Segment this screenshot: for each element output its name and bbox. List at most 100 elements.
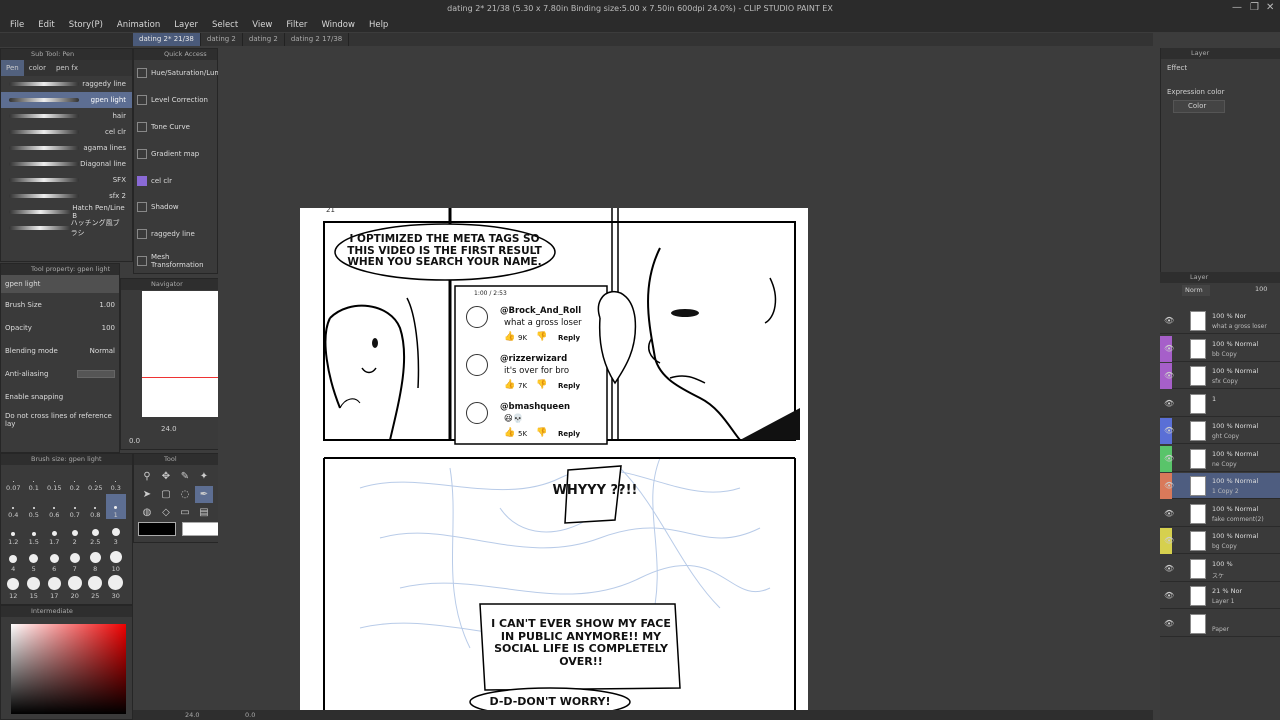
shape-icon[interactable]: ◇ — [157, 504, 175, 521]
navigator-thumbnail[interactable] — [142, 291, 228, 417]
menu-filter[interactable]: Filter — [286, 20, 307, 30]
quick-access-item[interactable]: raggedy line — [134, 221, 217, 248]
quick-access-item[interactable]: Gradient map — [134, 140, 217, 167]
eye-icon[interactable]: 👁 — [1164, 399, 1174, 408]
brush-size-preset[interactable]: 0.7 — [65, 494, 86, 519]
brush-item[interactable]: cel clr — [1, 124, 132, 140]
layer-row[interactable]: 👁 100 % スケ — [1160, 556, 1280, 582]
menu-animation[interactable]: Animation — [117, 20, 160, 30]
layer-row[interactable]: 👁 100 % Normal ght Copy — [1160, 418, 1280, 444]
brush-size-preset[interactable]: 2 — [65, 521, 86, 546]
eye-icon[interactable]: 👁 — [1164, 316, 1174, 325]
move-icon[interactable]: ✥ — [157, 468, 175, 485]
brush-size-preset[interactable]: 12 — [3, 575, 24, 600]
brush-size-preset[interactable]: 4 — [3, 548, 24, 573]
menu-edit[interactable]: Edit — [38, 20, 54, 30]
tab-document[interactable]: dating 2 17/38 — [285, 33, 350, 46]
brush-size-preset[interactable]: 15 — [24, 575, 45, 600]
tab-document[interactable]: dating 2* 21/38 — [133, 33, 201, 46]
brush-size-preset[interactable]: 7 — [65, 548, 86, 573]
quick-access-item[interactable]: Mesh Transformation — [134, 248, 217, 275]
blending-select[interactable]: Normal — [90, 347, 115, 355]
eye-icon[interactable]: 👁 — [1164, 454, 1174, 463]
quick-access-item[interactable]: Tone Curve — [134, 114, 217, 141]
brush-size-preset[interactable]: 0.3 — [106, 467, 127, 492]
menu-layer[interactable]: Layer — [174, 20, 198, 30]
brush-size-preset[interactable]: 1 — [105, 494, 126, 519]
ruler-icon[interactable]: ▤ — [195, 504, 213, 521]
brush-item[interactable]: hair — [1, 108, 132, 124]
layer-row[interactable]: 👁 100 % Nor what a gross loser — [1160, 308, 1280, 334]
brush-item[interactable]: SFX — [1, 172, 132, 188]
brush-size-preset[interactable]: 0.5 — [24, 494, 45, 519]
brush-size-preset[interactable]: 17 — [44, 575, 65, 600]
magic-icon[interactable]: ✦ — [195, 468, 213, 485]
menu-story[interactable]: Story(P) — [69, 20, 103, 30]
brush-size-preset[interactable]: 6 — [44, 548, 65, 573]
opacity-value[interactable]: 100 — [102, 324, 115, 332]
eye-icon[interactable]: 👁 — [1164, 371, 1174, 380]
reference-layer-checkbox[interactable]: Do not cross lines of reference lay — [5, 412, 115, 428]
eye-icon[interactable]: 👁 — [1164, 426, 1174, 435]
status-zoom[interactable]: 24.0 — [185, 711, 199, 719]
eye-icon[interactable]: 👁 — [1164, 481, 1174, 490]
layer-row[interactable]: 👁 100 % Normal fake comment(2) — [1160, 501, 1280, 527]
brush-size-preset[interactable]: 1.2 — [3, 521, 24, 546]
brush-size-preset[interactable]: 0.07 — [3, 467, 24, 492]
subtool-tab-pen[interactable]: Pen — [1, 60, 24, 76]
navigator-zoom[interactable]: 24.0 — [161, 425, 177, 433]
brush-item[interactable]: gpen light — [1, 92, 132, 108]
brush-size-preset[interactable]: 3 — [106, 521, 127, 546]
snapping-checkbox[interactable]: Enable snapping — [5, 393, 63, 401]
frame-icon[interactable]: ▭ — [176, 504, 194, 521]
quick-access-item[interactable]: Hue/Saturation/Luminosity — [134, 60, 244, 87]
eyedropper-icon[interactable]: ✎ — [176, 468, 194, 485]
subtool-tab-penfx[interactable]: pen fx — [51, 60, 83, 76]
tab-document[interactable]: dating 2 — [201, 33, 243, 46]
menu-select[interactable]: Select — [212, 20, 238, 30]
eye-icon[interactable]: 👁 — [1164, 619, 1174, 628]
layer-row[interactable]: 👁 100 % Normal bb Copy — [1160, 335, 1280, 362]
layer-row[interactable]: 👁 100 % Normal 1 Copy 2 — [1160, 473, 1280, 499]
antialias-selector[interactable] — [77, 369, 115, 378]
brush-size-preset[interactable]: 5 — [24, 548, 45, 573]
quick-access-item[interactable]: Level Correction — [134, 87, 217, 114]
brush-item[interactable]: raggedy line — [1, 76, 132, 92]
brush-size-value[interactable]: 1.00 — [99, 301, 115, 309]
brush-item[interactable]: sfx 2 — [1, 188, 132, 204]
eye-icon[interactable]: 👁 — [1164, 591, 1174, 600]
blend-icon[interactable]: ◍ — [138, 504, 156, 521]
expression-color-select[interactable]: Color — [1173, 100, 1225, 113]
menu-view[interactable]: View — [252, 20, 272, 30]
operation-icon[interactable]: ➤ — [138, 486, 156, 503]
brush-size-preset[interactable]: 0.1 — [24, 467, 45, 492]
comic-page[interactable]: I OPTIMIZED THE META TAGS SO THIS VIDEO … — [300, 208, 808, 720]
brush-size-preset[interactable]: 2.5 — [85, 521, 106, 546]
sub-color-swatch[interactable] — [182, 522, 220, 536]
minimize-icon[interactable]: — — [1232, 2, 1242, 13]
maximize-icon[interactable]: ❐ — [1250, 2, 1259, 13]
quick-access-item[interactable]: Shadow — [134, 194, 217, 221]
layer-row[interactable]: 👁 100 % Normal bg Copy — [1160, 528, 1280, 554]
status-angle[interactable]: 0.0 — [245, 711, 255, 719]
eye-icon[interactable]: 👁 — [1164, 344, 1174, 353]
select-icon[interactable]: ▢ — [157, 486, 175, 503]
brush-size-preset[interactable]: 20 — [65, 575, 86, 600]
brush-size-preset[interactable]: 1.7 — [44, 521, 65, 546]
brush-size-preset[interactable]: 1.5 — [24, 521, 45, 546]
close-icon[interactable]: ✕ — [1266, 2, 1274, 13]
brush-item[interactable]: ハッチング風ブラシ — [1, 219, 132, 237]
navigator-angle[interactable]: 0.0 — [129, 437, 140, 445]
brush-size-preset[interactable]: 0.8 — [85, 494, 106, 519]
zoom-icon[interactable]: ⚲ — [138, 468, 156, 485]
brush-size-preset[interactable]: 0.6 — [44, 494, 65, 519]
brush-item[interactable]: Diagonal line — [1, 156, 132, 172]
lasso-icon[interactable]: ◌ — [176, 486, 194, 503]
eye-icon[interactable]: 👁 — [1164, 536, 1174, 545]
brush-size-preset[interactable]: 10 — [106, 548, 127, 573]
layer-row[interactable]: 👁 21 % Nor Layer 1 — [1160, 583, 1280, 609]
layer-row[interactable]: 👁 Paper — [1160, 611, 1280, 637]
menu-file[interactable]: File — [10, 20, 24, 30]
color-field[interactable] — [11, 624, 126, 714]
tab-document[interactable]: dating 2 — [243, 33, 285, 46]
